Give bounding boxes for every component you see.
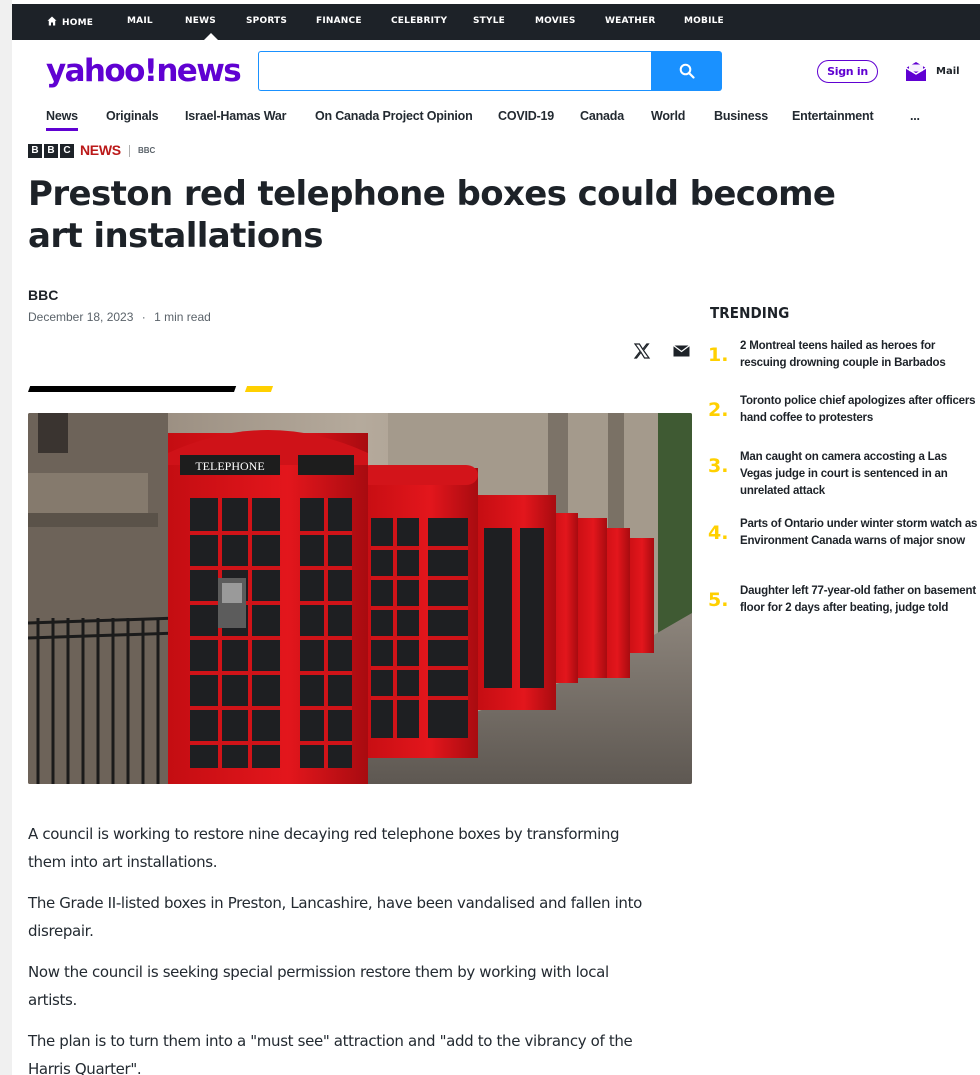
share-x-icon[interactable] bbox=[633, 342, 651, 360]
topnav-finance[interactable]: FINANCE bbox=[316, 16, 362, 26]
mail-link-label[interactable]: Mail bbox=[936, 66, 960, 77]
bbc-logo-block: B bbox=[44, 144, 58, 158]
bbc-logo[interactable]: B B C bbox=[28, 144, 74, 158]
article-paragraph: The Grade II-listed boxes in Preston, La… bbox=[28, 894, 642, 940]
topnav-style[interactable]: STYLE bbox=[473, 16, 505, 26]
subnav-israel-hamas-war[interactable]: Israel-Hamas War bbox=[185, 109, 286, 123]
topnav-home-label: HOME bbox=[62, 18, 94, 28]
subnav-entertainment[interactable]: Entertainment bbox=[792, 109, 874, 123]
topnav-home[interactable]: HOME bbox=[47, 16, 93, 28]
topnav-movies[interactable]: MOVIES bbox=[535, 16, 576, 26]
topnav-news[interactable]: NEWS bbox=[185, 16, 216, 26]
article-paragraph: A council is working to restore nine dec… bbox=[28, 825, 620, 871]
trending-headline[interactable]: Daughter left 77-year-old father on base… bbox=[740, 583, 980, 617]
home-icon bbox=[47, 16, 57, 26]
article-divider-black bbox=[28, 386, 237, 392]
bbc-news-brand[interactable]: NEWS bbox=[80, 142, 121, 158]
source-divider bbox=[129, 145, 130, 157]
topnav-sports[interactable]: SPORTS bbox=[246, 16, 287, 26]
bbc-logo-block: B bbox=[28, 144, 42, 158]
subnav-business[interactable]: Business bbox=[714, 109, 768, 123]
search-icon bbox=[679, 63, 695, 79]
article-divider-yellow bbox=[244, 386, 274, 392]
page-gutter bbox=[0, 0, 12, 1075]
trending-rank: 3. bbox=[708, 455, 729, 477]
trending-rank: 5. bbox=[708, 589, 729, 611]
bbc-logo-block: C bbox=[60, 144, 74, 158]
subnav-active-indicator bbox=[46, 128, 78, 131]
article-headline: Preston red telephone boxes could become… bbox=[28, 174, 836, 256]
trending-rank: 2. bbox=[708, 399, 729, 421]
trending-headline[interactable]: Man caught on camera accosting a Las Veg… bbox=[740, 449, 980, 500]
share-email-icon[interactable] bbox=[673, 345, 690, 357]
article-paragraph: Now the council is seeking special permi… bbox=[28, 963, 609, 1009]
article-paragraph: The plan is to turn them into a "must se… bbox=[28, 1032, 633, 1075]
subnav-canada[interactable]: Canada bbox=[580, 109, 624, 123]
sign-text: TELEPHONE bbox=[195, 459, 264, 473]
publish-date: December 18, 2023 bbox=[28, 310, 134, 324]
article-author: BBC bbox=[28, 287, 59, 303]
article-hero-image[interactable]: TELEPHONE bbox=[28, 413, 692, 784]
trending-headline[interactable]: 2 Montreal teens hailed as heroes for re… bbox=[740, 338, 980, 372]
provider-label: BBC bbox=[138, 146, 156, 155]
topnav-weather[interactable]: WEATHER bbox=[605, 16, 656, 26]
article-dateline: December 18, 2023 · 1 min read bbox=[28, 310, 211, 324]
subnav-news[interactable]: News bbox=[46, 109, 78, 123]
yahoo-news-logo[interactable]: yahoo!news bbox=[46, 53, 242, 89]
trending-rank: 1. bbox=[708, 344, 729, 366]
search-input[interactable] bbox=[258, 51, 652, 91]
active-tab-caret bbox=[204, 33, 218, 40]
dateline-separator: · bbox=[141, 310, 146, 324]
subnav-more[interactable]: ... bbox=[910, 109, 920, 123]
sign-in-button[interactable]: Sign in bbox=[817, 60, 878, 83]
subnav-originals[interactable]: Originals bbox=[106, 109, 159, 123]
telephone-boxes-illustration: TELEPHONE bbox=[28, 413, 692, 784]
trending-headline[interactable]: Toronto police chief apologizes after of… bbox=[740, 393, 980, 427]
subnav-covid-19[interactable]: COVID-19 bbox=[498, 109, 554, 123]
topnav-mobile[interactable]: MOBILE bbox=[684, 16, 724, 26]
mail-icon[interactable] bbox=[904, 61, 928, 83]
topnav-celebrity[interactable]: CELEBRITY bbox=[391, 16, 447, 26]
article-body: A council is working to restore nine dec… bbox=[28, 820, 653, 1075]
read-time: 1 min read bbox=[154, 310, 211, 324]
subnav-world[interactable]: World bbox=[651, 109, 685, 123]
trending-rank: 4. bbox=[708, 522, 729, 544]
trending-heading: TRENDING bbox=[710, 304, 790, 322]
search-button[interactable] bbox=[651, 51, 722, 91]
top-navigation-bar: HOME MAIL NEWS SPORTS FINANCE CELEBRITY … bbox=[12, 4, 980, 40]
trending-headline[interactable]: Parts of Ontario under winter storm watc… bbox=[740, 516, 980, 550]
subnav-on-canada-project[interactable]: On Canada Project Opinion bbox=[315, 109, 473, 123]
topnav-mail[interactable]: MAIL bbox=[127, 16, 153, 26]
